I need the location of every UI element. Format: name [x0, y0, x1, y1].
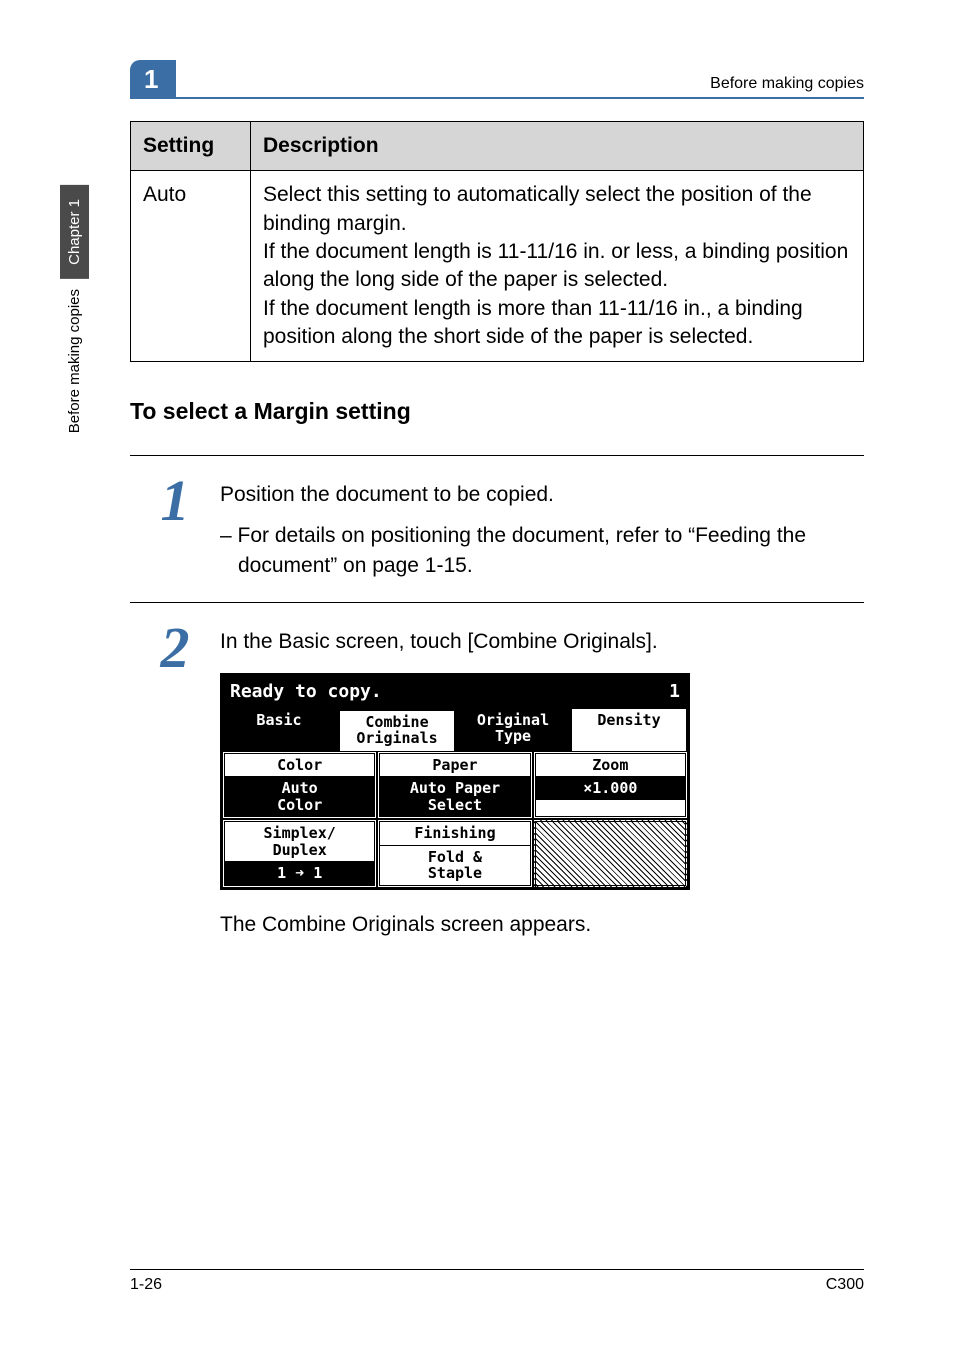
lcd-title: Ready to copy.: [230, 679, 382, 705]
footer-right: C300: [826, 1276, 864, 1294]
step-2-caption: The Combine Originals screen appears.: [220, 910, 864, 940]
lcd-paper-hdr: Paper: [380, 754, 529, 778]
lcd-finishing-val: Fold & Staple: [380, 846, 529, 885]
lcd-color-hdr: Color: [225, 754, 374, 778]
settings-col1-header: Setting: [131, 122, 251, 171]
section-number: 1: [130, 60, 176, 99]
lcd-cell-paper[interactable]: Paper Auto Paper Select: [377, 751, 532, 820]
lcd-cell-finishing[interactable]: Finishing Fold & Staple: [377, 819, 532, 888]
sidebar-label: Before making copies: [60, 279, 89, 449]
footer-left: 1-26: [130, 1276, 162, 1294]
step-2-text: In the Basic screen, touch [Combine Orig…: [220, 627, 864, 657]
step-2-number: 2: [130, 619, 220, 677]
lcd-tab-original[interactable]: Original Type: [456, 709, 572, 751]
step-1-sub: – For details on positioning the documen…: [220, 521, 864, 582]
lcd-zoom-hdr: Zoom: [536, 754, 685, 778]
page-footer: 1-26 C300: [130, 1269, 864, 1294]
lcd-cell-empty: [533, 819, 688, 888]
settings-table: Setting Description Auto Select this set…: [130, 121, 864, 362]
step-1-number: 1: [130, 472, 220, 530]
lcd-tab-combine[interactable]: Combine Originals: [338, 709, 456, 751]
lcd-screenshot: Ready to copy. 1 Basic Combine Originals…: [220, 673, 690, 890]
step-2: 2 In the Basic screen, touch [Combine Or…: [130, 602, 864, 940]
lcd-paper-val: Auto Paper Select: [380, 777, 529, 816]
settings-row-setting: Auto: [131, 171, 251, 362]
lcd-tab-density[interactable]: Density: [572, 709, 688, 751]
step-1-text: Position the document to be copied.: [220, 480, 864, 510]
subheading: To select a Margin setting: [130, 398, 864, 425]
lcd-sd-val: 1 ➜ 1: [225, 862, 374, 885]
settings-row-description: Select this setting to automatically sel…: [251, 171, 864, 362]
chapter-tab: Chapter 1: [60, 185, 89, 279]
settings-col2-header: Description: [251, 122, 864, 171]
sidebar: Chapter 1 Before making copies: [60, 185, 100, 449]
running-header: Before making copies: [710, 75, 864, 99]
lcd-cell-color[interactable]: Color Auto Color: [222, 751, 377, 820]
step-1: 1 Position the document to be copied. – …: [130, 455, 864, 581]
lcd-cell-simplex-duplex[interactable]: Simplex/ Duplex 1 ➜ 1: [222, 819, 377, 888]
lcd-finishing-hdr: Finishing: [380, 822, 529, 846]
lcd-zoom-val: ×1.000: [536, 777, 685, 800]
section-tab: 1: [130, 60, 176, 99]
lcd-tab-basic[interactable]: Basic: [222, 709, 338, 751]
lcd-cell-zoom[interactable]: Zoom ×1.000: [533, 751, 688, 820]
lcd-sd-hdr: Simplex/ Duplex: [225, 822, 374, 862]
lcd-color-val: Auto Color: [225, 777, 374, 816]
lcd-title-right: 1: [669, 679, 680, 705]
